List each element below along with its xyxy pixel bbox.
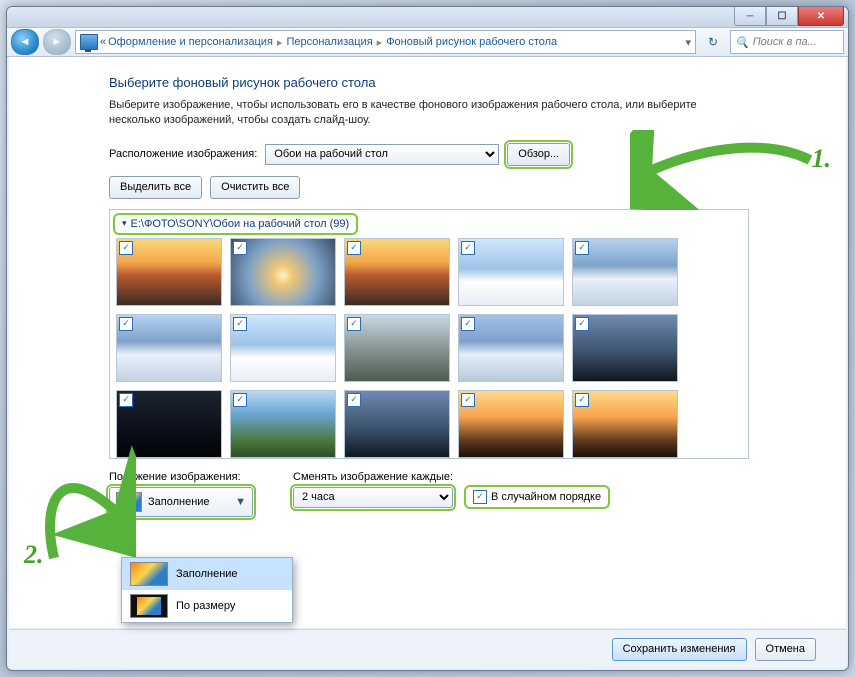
thumbnail[interactable]: ✓	[458, 238, 564, 306]
window-frame: ─ ☐ ✕ ◄ ► « Оформление и персонализация …	[6, 6, 849, 671]
thumb-checkbox[interactable]: ✓	[233, 393, 247, 407]
thumb-checkbox[interactable]: ✓	[461, 393, 475, 407]
cancel-button[interactable]: Отмена	[755, 638, 816, 661]
thumb-checkbox[interactable]: ✓	[119, 317, 133, 331]
interval-label: Сменять изображение каждые:	[293, 471, 607, 483]
thumb-checkbox[interactable]: ✓	[575, 241, 589, 255]
thumb-checkbox[interactable]: ✓	[461, 241, 475, 255]
thumb-checkbox[interactable]: ✓	[347, 241, 361, 255]
expand-icon: ▾	[122, 218, 127, 229]
minimize-button[interactable]: ─	[734, 7, 766, 26]
thumbnail[interactable]: ✓	[116, 314, 222, 382]
fill-mode-icon	[130, 562, 168, 586]
fill-mode-icon	[116, 492, 142, 512]
thumbnail[interactable]: ✓	[458, 314, 564, 382]
thumb-checkbox[interactable]: ✓	[119, 241, 133, 255]
thumbnail[interactable]: ✓	[344, 238, 450, 306]
position-label: Положение изображения:	[109, 471, 253, 483]
thumb-checkbox[interactable]: ✓	[461, 317, 475, 331]
maximize-button[interactable]: ☐	[766, 7, 798, 26]
thumbnail[interactable]: ✓	[458, 390, 564, 458]
clear-all-button[interactable]: Очистить все	[210, 176, 300, 199]
control-panel-icon	[80, 34, 98, 50]
page-title: Выберите фоновый рисунок рабочего стола	[109, 75, 749, 90]
thumb-checkbox[interactable]: ✓	[347, 393, 361, 407]
thumbnail[interactable]: ✓	[344, 314, 450, 382]
interval-select[interactable]: 2 часа	[293, 487, 453, 508]
annotation-2: 2.	[24, 540, 44, 570]
thumb-checkbox[interactable]: ✓	[575, 317, 589, 331]
thumbnail[interactable]: ✓	[572, 314, 678, 382]
position-option-fill[interactable]: Заполнение	[122, 558, 292, 590]
search-icon: 🔍	[735, 36, 749, 49]
breadcrumb-seg-3[interactable]: Фоновый рисунок рабочего стола	[386, 36, 557, 48]
thumbnail[interactable]: ✓	[572, 238, 678, 306]
thumbnail[interactable]: ✓	[344, 390, 450, 458]
back-button[interactable]: ◄	[11, 29, 39, 55]
forward-button[interactable]: ►	[43, 29, 71, 55]
navigation-bar: ◄ ► « Оформление и персонализация ▸ Перс…	[7, 28, 848, 57]
refresh-button[interactable]: ↻	[700, 35, 726, 49]
thumb-checkbox[interactable]: ✓	[233, 317, 247, 331]
position-dropdown[interactable]: Заполнение По размеру	[121, 557, 293, 623]
thumbnails: ✓ ✓ ✓ ✓ ✓ ✓ ✓ ✓ ✓ ✓ ✓ ✓ ✓ ✓ ✓	[116, 238, 742, 458]
shuffle-checkbox[interactable]: ✓ В случайном порядке	[467, 488, 607, 506]
breadcrumb-seg-1[interactable]: Оформление и персонализация	[108, 36, 273, 48]
content-area: Выберите фоновый рисунок рабочего стола …	[9, 57, 846, 628]
footer-bar: Сохранить изменения Отмена	[9, 629, 846, 668]
thumbnail[interactable]: ✓	[230, 238, 336, 306]
browse-button[interactable]: Обзор...	[507, 143, 570, 166]
thumb-checkbox[interactable]: ✓	[347, 317, 361, 331]
titlebar: ─ ☐ ✕	[7, 7, 848, 28]
position-select[interactable]: Заполнение ▼	[109, 487, 253, 517]
thumbnail[interactable]: ✓	[116, 238, 222, 306]
thumbnail[interactable]: ✓	[572, 390, 678, 458]
save-button[interactable]: Сохранить изменения	[612, 638, 747, 661]
select-all-button[interactable]: Выделить все	[109, 176, 202, 199]
search-input[interactable]: 🔍 Поиск в па...	[730, 30, 844, 54]
fit-mode-icon	[130, 594, 168, 618]
chevron-down-icon: ▼	[235, 496, 246, 508]
breadcrumb-seg-2[interactable]: Персонализация	[286, 36, 372, 48]
thumbnail[interactable]: ✓	[230, 390, 336, 458]
folder-header[interactable]: ▾ E:\ФОТО\SONY\Обои на рабочий стол (99)	[116, 216, 355, 232]
search-placeholder: Поиск в па...	[753, 36, 817, 48]
position-option-fit[interactable]: По размеру	[122, 590, 292, 622]
location-select[interactable]: Обои на рабочий стол	[265, 144, 499, 165]
annotation-1: 1.	[812, 144, 832, 174]
thumb-checkbox[interactable]: ✓	[233, 241, 247, 255]
images-listbox[interactable]: ▾ E:\ФОТО\SONY\Обои на рабочий стол (99)…	[109, 209, 749, 459]
address-bar[interactable]: « Оформление и персонализация ▸ Персонал…	[75, 30, 696, 54]
thumbnail[interactable]: ✓	[116, 390, 222, 458]
thumbnail[interactable]: ✓	[230, 314, 336, 382]
thumb-checkbox[interactable]: ✓	[119, 393, 133, 407]
thumb-checkbox[interactable]: ✓	[575, 393, 589, 407]
location-label: Расположение изображения:	[109, 148, 257, 160]
page-subtitle: Выберите изображение, чтобы использовать…	[109, 98, 749, 129]
close-button[interactable]: ✕	[798, 7, 844, 26]
